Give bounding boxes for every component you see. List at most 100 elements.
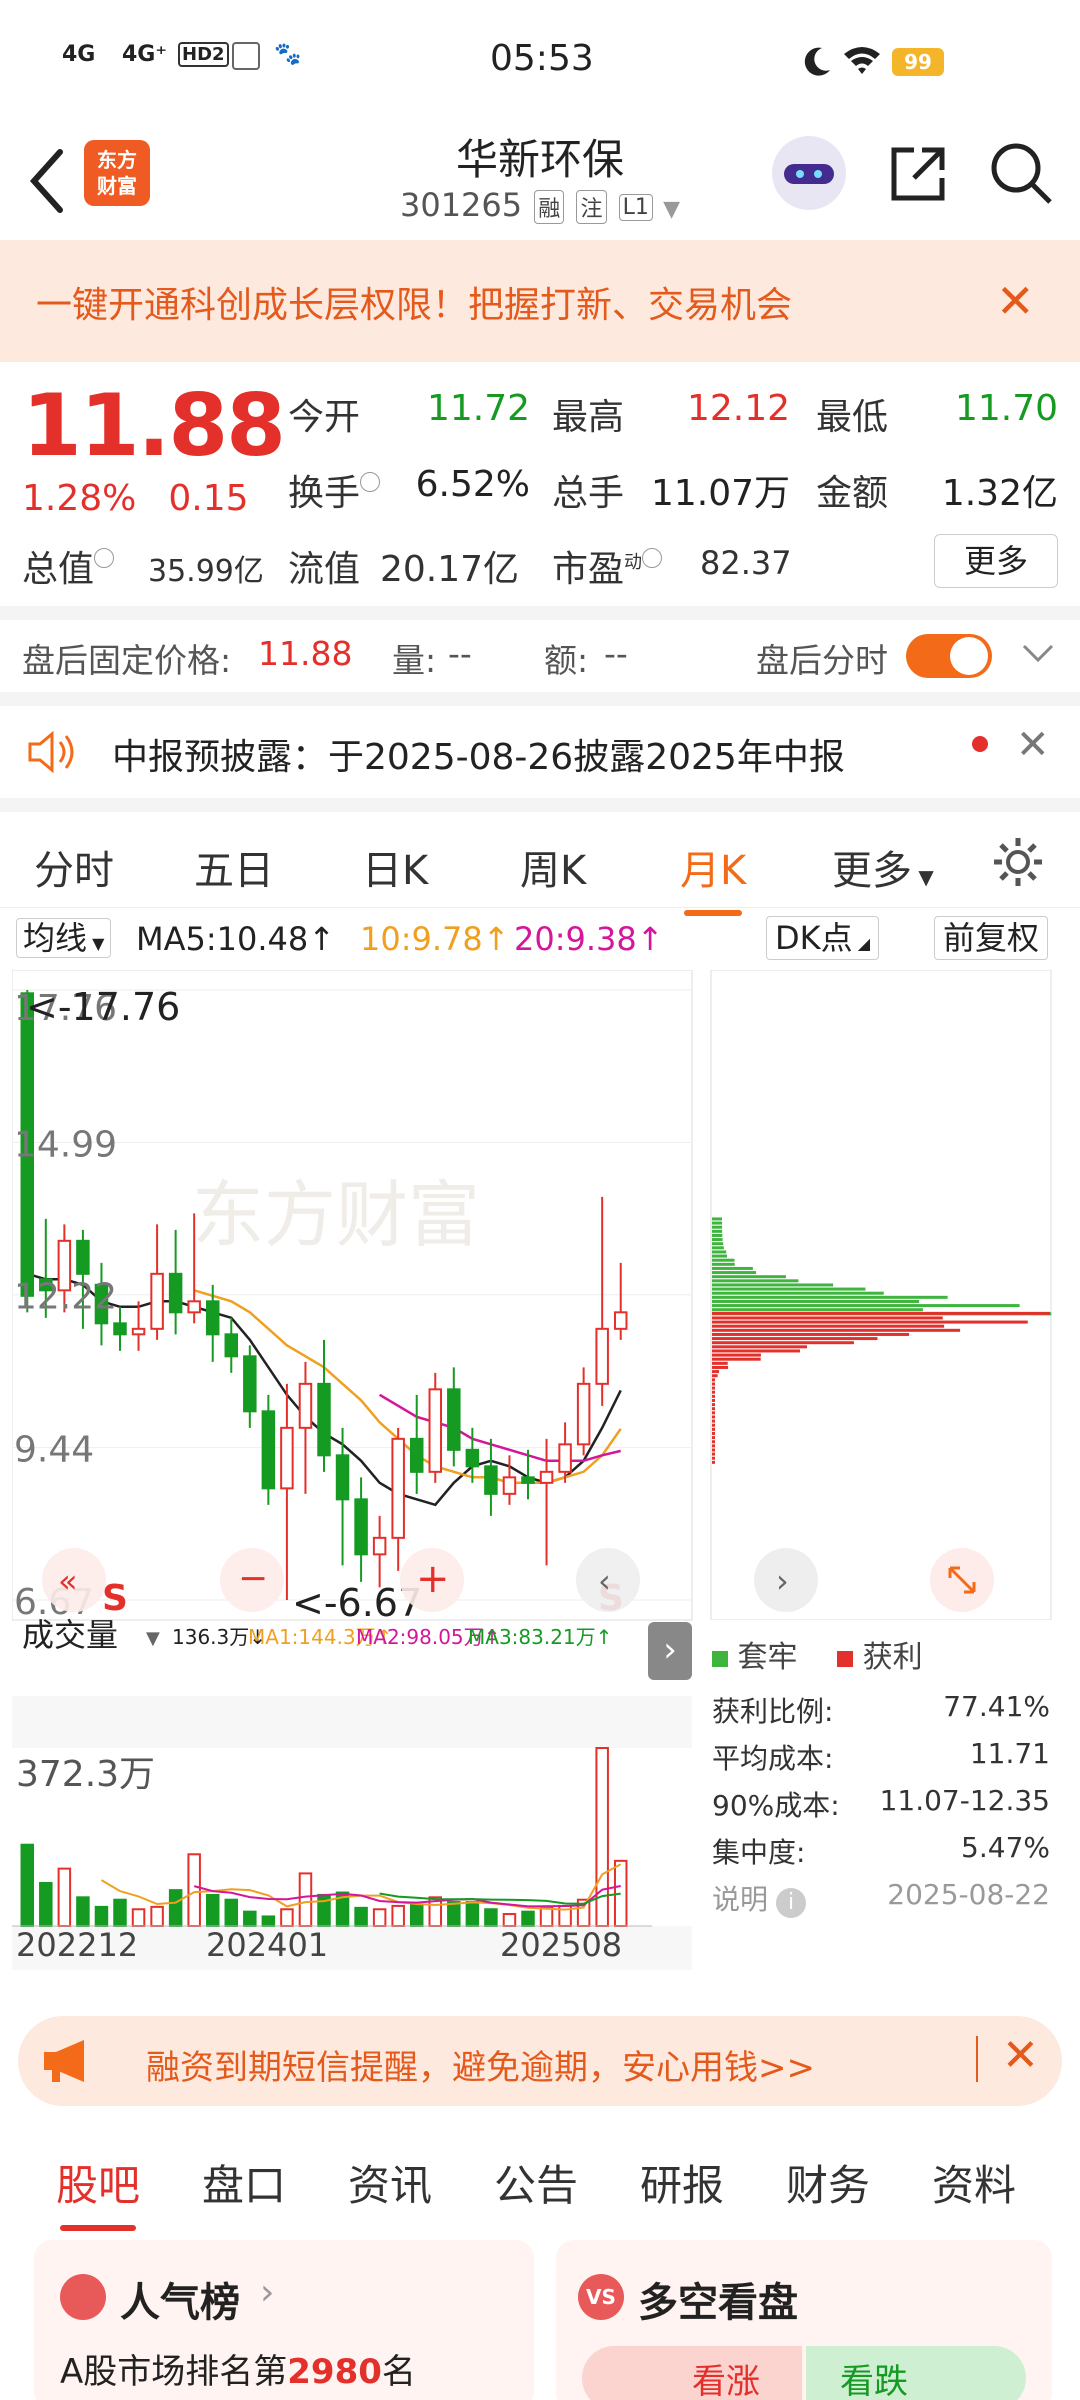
tab-intraday[interactable]: 分时 <box>34 838 114 896</box>
chip-note-link[interactable]: 说明 <box>712 1883 768 1916</box>
promo-banner[interactable]: 一键开通科创成长层权限！把握打新、交易机会 ✕ <box>0 240 1080 362</box>
zoom-out-button[interactable]: − <box>220 1548 284 1612</box>
bull-button[interactable]: 看涨 <box>582 2346 802 2400</box>
tab-financials[interactable]: 财务 <box>786 2152 870 2213</box>
close-notice-icon[interactable]: ✕ <box>1016 722 1050 768</box>
after-hours-toggle[interactable] <box>906 634 992 678</box>
volume-bar <box>391 1904 405 1928</box>
chip-distribution-chart[interactable]: › <box>710 970 1054 1620</box>
volume-selector: 成交量 <box>22 1616 118 1654</box>
volume-bar <box>280 1908 294 1927</box>
chip-bar <box>712 1258 735 1262</box>
tab-five-day[interactable]: 五日 <box>194 838 274 896</box>
volume-bar <box>168 1889 183 1928</box>
chip-bar <box>712 1337 878 1341</box>
search-icon[interactable] <box>988 140 1054 206</box>
volume-bar <box>205 1893 220 1927</box>
expand-panel-button[interactable]: › <box>648 1622 692 1680</box>
tab-research[interactable]: 研报 <box>640 2152 724 2213</box>
tab-weekly-k[interactable]: 周K <box>520 838 586 896</box>
margin-tag: 融 <box>534 190 565 224</box>
financing-reminder-banner[interactable]: 融资到期短信提醒，避免逾期，安心用钱>> ✕ <box>18 2016 1062 2106</box>
y-tick-label: 12.22 <box>14 1277 117 1318</box>
tab-profile[interactable]: 资料 <box>932 2152 1016 2213</box>
total-value: 35.99亿 <box>148 554 264 589</box>
info-icon: i <box>776 1888 807 1918</box>
chip-date: 2025-08-22 <box>887 1878 1050 1911</box>
after-price-label: 盘后固定价格: <box>22 641 232 680</box>
bull-bear-card[interactable]: VS 多空看盘 看涨 看跌 <box>556 2240 1052 2400</box>
adjust-selector[interactable]: 前复权 <box>934 916 1049 960</box>
tab-news[interactable]: 资讯 <box>348 2152 432 2213</box>
robot-assistant-icon[interactable] <box>772 136 846 210</box>
after-chart-label: 盘后分时 <box>756 641 888 680</box>
popularity-card[interactable]: 人气榜 › A股市场排名第2980名 <box>34 2240 534 2400</box>
scroll-right-button[interactable]: ‹ <box>576 1548 640 1612</box>
clock: 05:53 <box>490 38 594 79</box>
tab-orderbook[interactable]: 盘口 <box>202 2152 286 2213</box>
candle <box>224 1317 239 1373</box>
chip-bar <box>712 1382 715 1386</box>
change-percent: 1.28% <box>22 478 137 519</box>
ma10-readout: 10:9.78↑ <box>360 920 510 958</box>
after-hours-row: 盘后固定价格: 11.88 量: -- 额: -- 盘后分时 <box>0 620 1080 692</box>
chip-next-button[interactable]: › <box>754 1548 818 1612</box>
moon-icon <box>804 47 830 76</box>
chip-bar <box>712 1332 910 1336</box>
zoom-in-button[interactable]: + <box>400 1548 464 1612</box>
chip-bar <box>712 1283 834 1287</box>
stock-code: 301265 <box>399 186 523 224</box>
tab-forum[interactable]: 股吧 <box>56 2152 140 2231</box>
chip-bar <box>712 1407 715 1411</box>
low-label: 最低 <box>816 397 889 438</box>
chip-bar <box>712 1229 723 1233</box>
svg-text:‹: ‹ <box>598 1562 611 1600</box>
chip-bar <box>712 1452 715 1456</box>
close-financing-icon[interactable]: ✕ <box>1002 2030 1039 2081</box>
turnover-label: 换手 <box>288 464 381 516</box>
chip-bar <box>712 1448 715 1452</box>
unread-dot <box>972 736 988 752</box>
volume-bar <box>57 1867 72 1927</box>
bear-button[interactable]: 看跌 <box>806 2346 1026 2400</box>
notice-bar[interactable]: 中报预披露：于2025-08-26披露2025年中报 ✕ <box>0 706 1080 798</box>
chip-bar <box>712 1328 961 1332</box>
volume-bar <box>150 1905 164 1927</box>
tab-monthly-k[interactable]: 月K <box>680 838 746 916</box>
gear-icon[interactable] <box>990 834 1046 890</box>
signal-4g-plus: 4G⁺ <box>122 42 167 67</box>
tab-daily-k[interactable]: 日K <box>362 838 428 896</box>
chip-bar <box>712 1233 723 1237</box>
chip-bar <box>712 1221 723 1225</box>
candle <box>280 1383 294 1600</box>
candle <box>131 1301 146 1351</box>
share-icon[interactable] <box>886 142 950 206</box>
volume-bar <box>113 1898 127 1927</box>
volume-bar <box>20 1843 35 1927</box>
ma-selector[interactable]: 均线 ▼ <box>16 918 112 958</box>
close-icon[interactable]: ✕ <box>996 274 1035 328</box>
notice-text: 中报预披露：于2025-08-26披露2025年中报 <box>112 737 845 778</box>
info-tabs: 股吧 盘口 资讯 公告 研报 财务 资料 <box>0 2122 1080 2232</box>
candle <box>576 1367 591 1456</box>
more-quote-button[interactable]: 更多 <box>934 534 1058 588</box>
volume-bar <box>224 1898 239 1927</box>
paw-icon: 🐾 <box>274 42 302 67</box>
dk-point-selector[interactable]: DK点 ◢ <box>766 916 880 960</box>
chip-bar <box>712 1345 808 1349</box>
chip-bar <box>712 1287 866 1291</box>
chip-bar <box>712 1349 801 1353</box>
tab-announcements[interactable]: 公告 <box>494 2152 578 2213</box>
candle <box>484 1438 498 1516</box>
chip-bar <box>712 1266 753 1270</box>
svg-text:+: + <box>416 1556 450 1602</box>
tab-more[interactable]: 更多 ▼ <box>832 838 934 896</box>
chip-bar <box>712 1291 884 1295</box>
chip-bar <box>712 1316 943 1320</box>
scroll-left-button[interactable]: « <box>42 1548 106 1612</box>
candle <box>502 1455 517 1505</box>
fullscreen-button[interactable] <box>930 1548 994 1612</box>
kline-chart[interactable]: 东方财富 17.7614.9912.229.446.67 <-17.76 <-6… <box>12 970 694 1970</box>
chip-bar <box>712 1324 945 1328</box>
chevron-down-icon[interactable] <box>1020 642 1056 666</box>
